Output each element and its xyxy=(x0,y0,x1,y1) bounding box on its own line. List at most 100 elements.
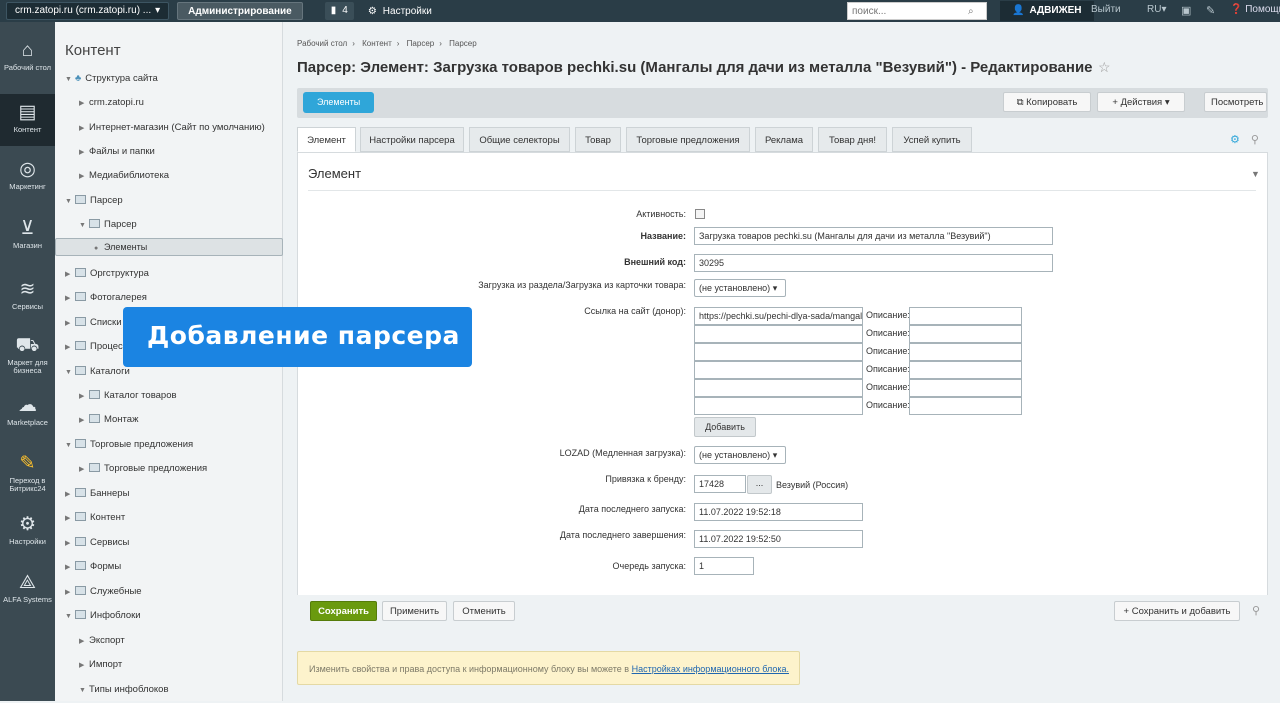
menu-item-desktop[interactable]: ⌂ Рабочий стол xyxy=(0,40,55,72)
lozad-select[interactable]: (не установлено) ▾ xyxy=(694,446,786,464)
tree-item[interactable]: ▶ Интернет-магазин (Сайт по умолчанию) xyxy=(55,116,283,140)
chevron-right-icon[interactable]: ▶ xyxy=(65,312,75,336)
user-menu[interactable]: 👤 АДВИЖЕН xyxy=(1000,1,1094,21)
tab-settings-icon[interactable]: ⚙ ⚲ xyxy=(1230,133,1259,146)
pin-icon[interactable]: ⚲ xyxy=(1251,134,1259,146)
hotkeys-icon[interactable]: ▣ xyxy=(1181,4,1191,17)
view-button[interactable]: Посмотреть xyxy=(1204,92,1267,112)
tree-item[interactable]: ▶ Файлы и папки xyxy=(55,140,283,164)
brand-field[interactable]: 17428 xyxy=(694,475,746,493)
help-link[interactable]: ❓ Помощь xyxy=(1230,4,1280,15)
tree-item[interactable]: ▼ Типы инфоблоков xyxy=(55,678,283,702)
tab-offers[interactable]: Торговые предложения xyxy=(626,127,750,152)
tab-ads[interactable]: Реклама xyxy=(755,127,813,152)
star-icon[interactable]: ☆ xyxy=(1098,59,1111,76)
tab-element[interactable]: Элемент xyxy=(297,127,356,152)
chevron-right-icon[interactable]: ▶ xyxy=(79,117,89,141)
breadcrumb-item[interactable]: Рабочий стол xyxy=(297,39,347,48)
link-field-5[interactable] xyxy=(694,379,863,397)
chevron-right-icon[interactable]: ▶ xyxy=(65,556,75,580)
admin-mode-button[interactable]: Администрирование xyxy=(177,2,303,20)
tree-item[interactable]: ▶ Сервисы xyxy=(55,531,283,555)
chevron-right-icon[interactable]: ▶ xyxy=(65,532,75,556)
tab-product[interactable]: Товар xyxy=(575,127,621,152)
tab-hurry-buy[interactable]: Успей купить xyxy=(892,127,972,152)
link-field-3[interactable] xyxy=(694,343,863,361)
tree-item[interactable]: ▼ Парсер xyxy=(55,189,283,213)
menu-item-market[interactable]: ⛟ Маркет для бизнеса xyxy=(0,335,55,375)
chevron-down-icon[interactable]: ▼ xyxy=(65,361,75,385)
chevron-right-icon[interactable]: ▶ xyxy=(65,507,75,531)
chevron-right-icon[interactable]: ▶ xyxy=(65,483,75,507)
breadcrumb-item[interactable]: Парсер xyxy=(449,39,477,48)
tree-item[interactable]: ▶ Медиабиблиотека xyxy=(55,164,283,188)
tree-item[interactable]: ▼ Инфоблоки xyxy=(55,604,283,628)
language-selector[interactable]: RU▾ xyxy=(1147,4,1166,15)
add-link-button[interactable]: Добавить xyxy=(694,417,756,437)
chevron-down-icon[interactable]: ▼ xyxy=(65,68,75,92)
apply-button[interactable]: Применить xyxy=(382,601,447,621)
chevron-right-icon[interactable]: ▶ xyxy=(65,336,75,360)
collapse-icon[interactable]: ▼ xyxy=(1251,169,1260,179)
breadcrumb-item[interactable]: Контент xyxy=(362,39,392,48)
settings-button[interactable]: ⚙ Настройки xyxy=(368,6,432,17)
cancel-button[interactable]: Отменить xyxy=(453,601,515,621)
chevron-right-icon[interactable]: ▶ xyxy=(79,630,89,654)
chevron-right-icon[interactable]: ▶ xyxy=(79,458,89,482)
link-field-2[interactable] xyxy=(694,325,863,343)
tree-item[interactable]: ▶ Баннеры xyxy=(55,482,283,506)
breadcrumb-item[interactable]: Парсер xyxy=(407,39,435,48)
chevron-right-icon[interactable]: ▶ xyxy=(79,92,89,116)
tree-item[interactable]: ▶ crm.zatopi.ru xyxy=(55,91,283,115)
save-button[interactable]: Сохранить xyxy=(310,601,377,621)
tree-item[interactable]: ▼ ♣ Структура сайта xyxy=(55,67,283,91)
menu-item-content[interactable]: ▤ Контент xyxy=(0,94,55,146)
tree-item-selected[interactable]: ● Элементы xyxy=(55,238,283,256)
tab-general-selectors[interactable]: Общие селекторы xyxy=(469,127,570,152)
chevron-right-icon[interactable]: ▶ xyxy=(79,654,89,678)
chevron-right-icon[interactable]: ▶ xyxy=(79,385,89,409)
logout-link[interactable]: Выйти xyxy=(1091,4,1121,15)
iblock-settings-link[interactable]: Настройках информационного блока. xyxy=(632,664,789,674)
chevron-down-icon[interactable]: ▼ xyxy=(65,605,75,629)
tree-item[interactable]: ▶ Формы xyxy=(55,555,283,579)
desc-field-3[interactable] xyxy=(909,343,1022,361)
chevron-right-icon[interactable]: ▶ xyxy=(79,165,89,189)
tree-item[interactable]: ▶ Монтаж xyxy=(55,408,283,432)
ext-code-field[interactable]: 30295 xyxy=(694,254,1053,272)
tree-item[interactable]: ▶ Экспорт xyxy=(55,629,283,653)
menu-item-alfa[interactable]: ⟁ ALFA Systems xyxy=(0,572,55,604)
menu-item-settings[interactable]: ⚙ Настройки xyxy=(0,514,55,546)
link-field-1[interactable]: https://pechki.su/pechi-dlya-sada/mangal xyxy=(694,307,863,325)
pin-icon[interactable]: ⚲ xyxy=(1252,604,1260,617)
menu-item-marketing[interactable]: ◎ Маркетинг xyxy=(0,159,55,191)
chevron-down-icon[interactable]: ▼ xyxy=(79,214,89,238)
link-field-4[interactable] xyxy=(694,361,863,379)
load-from-select[interactable]: (не установлено) ▾ xyxy=(694,279,786,297)
chevron-down-icon[interactable]: ▼ xyxy=(79,679,89,703)
menu-item-services[interactable]: ≋ Сервисы xyxy=(0,279,55,311)
desc-field-5[interactable] xyxy=(909,379,1022,397)
tab-parser-settings[interactable]: Настройки парсера xyxy=(360,127,464,152)
actions-button[interactable]: + Действия ▾ xyxy=(1097,92,1185,112)
chevron-down-icon[interactable]: ▼ xyxy=(65,190,75,214)
copy-button[interactable]: ⧉ Копировать xyxy=(1003,92,1091,112)
desc-field-6[interactable] xyxy=(909,397,1022,415)
tab-product-of-day[interactable]: Товар дня! xyxy=(818,127,887,152)
brand-picker-button[interactable]: ... xyxy=(747,475,772,494)
tree-item[interactable]: ▶ Импорт xyxy=(55,653,283,677)
tree-item[interactable]: ▶ Оргструктура xyxy=(55,262,283,286)
tree-item[interactable]: ▼ Парсер xyxy=(55,213,283,237)
save-and-add-button[interactable]: + Сохранить и добавить xyxy=(1114,601,1240,621)
chevron-down-icon[interactable]: ▼ xyxy=(65,434,75,458)
last-end-field[interactable]: 11.07.2022 19:52:50 xyxy=(694,530,863,548)
chevron-right-icon[interactable]: ▶ xyxy=(65,581,75,605)
last-start-field[interactable]: 11.07.2022 19:52:18 xyxy=(694,503,863,521)
name-field[interactable]: Загрузка товаров pechki.su (Мангалы для … xyxy=(694,227,1053,245)
tree-item[interactable]: ▶ Торговые предложения xyxy=(55,457,283,481)
search-input[interactable] xyxy=(848,3,968,19)
tree-item[interactable]: ▶ Контент xyxy=(55,506,283,530)
pin-icon[interactable]: ✎ xyxy=(1206,4,1215,17)
elements-button[interactable]: Элементы xyxy=(303,92,375,113)
menu-item-shop[interactable]: ⊻ Магазин xyxy=(0,218,55,250)
